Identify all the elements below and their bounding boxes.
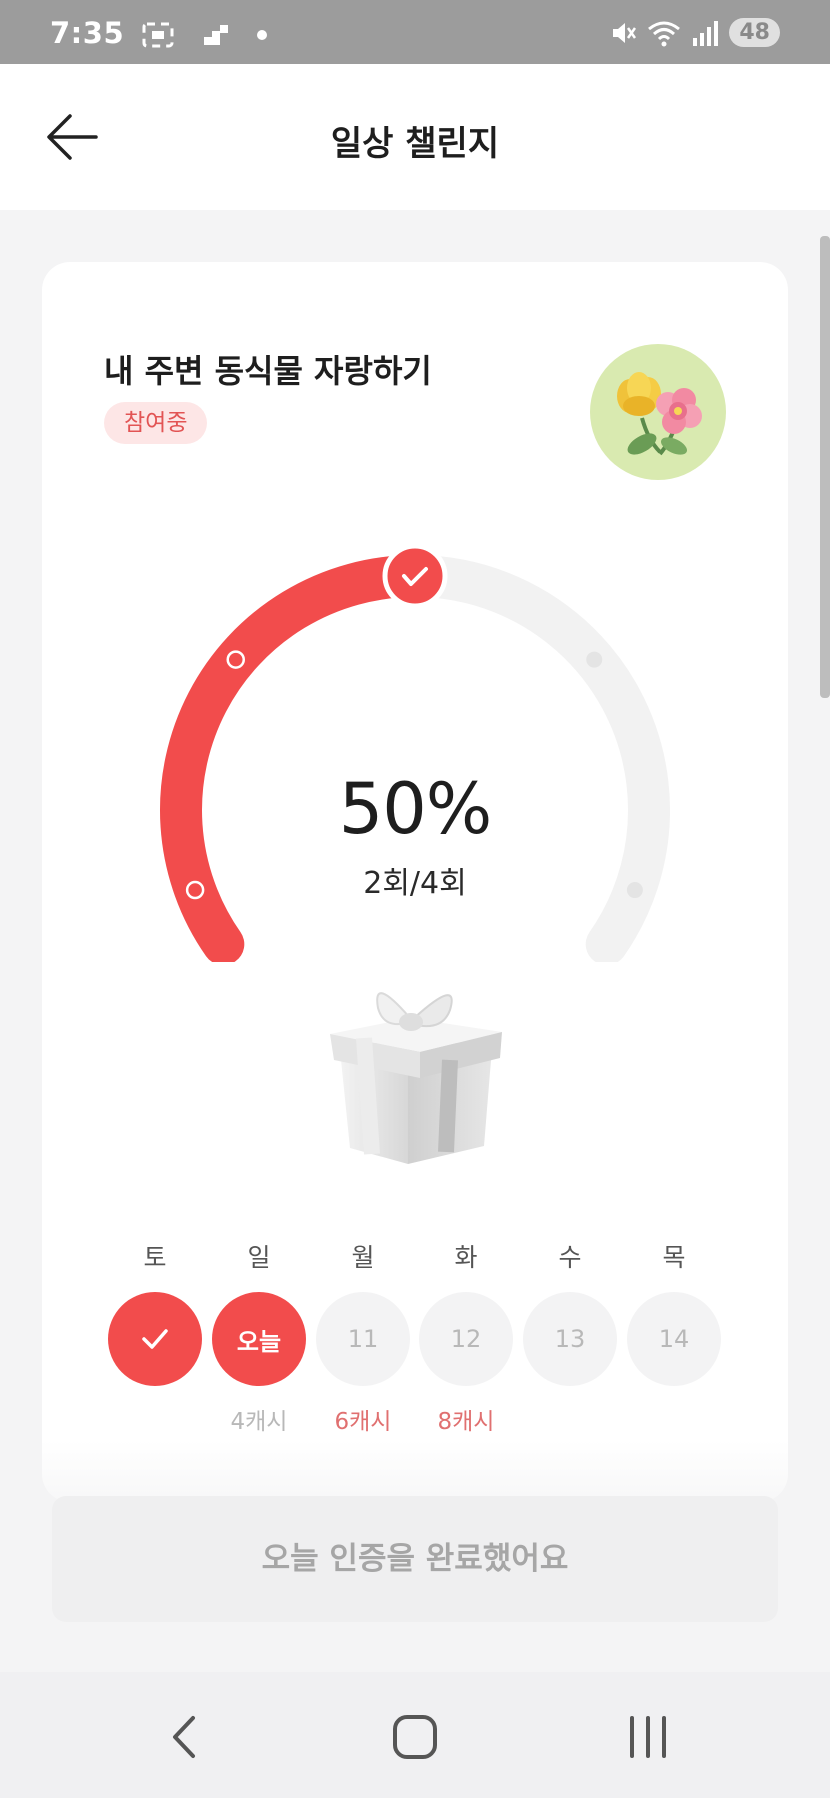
day-label: 토 — [143, 1243, 167, 1272]
day-circle: 11 — [316, 1292, 410, 1386]
app-header: 일상 챌린지 — [0, 64, 830, 210]
day-column-mon: 월 11 6캐시 — [316, 1238, 410, 1435]
status-right-icons: 48 — [609, 18, 780, 47]
complete-button[interactable]: 오늘 인증을 완료했어요 — [52, 1496, 778, 1622]
status-bar: 7:35 48 — [0, 0, 830, 64]
scrollbar[interactable] — [820, 236, 830, 698]
day-label: 목 — [662, 1243, 686, 1272]
day-label: 수 — [558, 1243, 582, 1272]
day-column-wed: 수 13 — [523, 1238, 617, 1432]
day-circle-done — [108, 1292, 202, 1386]
gauge-step-marker — [586, 651, 603, 668]
challenge-card: 내 주변 동식물 자랑하기 참여중 50% 2회/4회 토 일 오늘 4캐시 월… — [42, 262, 788, 1502]
scan-icon — [142, 22, 174, 48]
status-left-icons — [140, 20, 268, 50]
nav-back-button[interactable] — [154, 1712, 214, 1762]
nav-bar — [0, 1672, 830, 1798]
day-circle-today: 오늘 — [212, 1292, 306, 1386]
day-label: 월 — [351, 1243, 375, 1272]
day-label: 일 — [247, 1243, 271, 1272]
progress-gauge — [160, 543, 670, 962]
day-reward — [627, 1402, 721, 1432]
day-reward: 6캐시 — [334, 1409, 392, 1435]
day-column-thu: 목 14 — [627, 1238, 721, 1432]
day-column-tue: 화 12 8캐시 — [419, 1238, 513, 1435]
battery-indicator: 48 — [729, 18, 780, 47]
check-icon — [142, 1329, 168, 1349]
day-circle: 12 — [419, 1292, 513, 1386]
progress-percent: 50% — [338, 768, 493, 850]
signal-steps-icon — [204, 25, 228, 45]
dot-icon — [257, 30, 267, 40]
status-time: 7:35 — [50, 16, 125, 50]
day-label: 화 — [454, 1243, 478, 1272]
day-circle: 13 — [523, 1292, 617, 1386]
cell-signal-icon — [693, 20, 719, 46]
day-circle: 14 — [627, 1292, 721, 1386]
page-title: 일상 챌린지 — [330, 124, 500, 164]
progress-count: 2회/4회 — [363, 866, 467, 901]
recents-nav-icon — [630, 1716, 666, 1758]
day-reward: 8캐시 — [437, 1409, 495, 1435]
day-column-sat: 토 — [108, 1238, 202, 1432]
day-reward — [523, 1402, 617, 1432]
mute-icon — [613, 22, 637, 43]
progress-knob — [382, 543, 448, 609]
wifi-icon — [648, 21, 681, 46]
day-reward: 4캐시 — [230, 1409, 288, 1435]
nav-home-button[interactable] — [385, 1712, 445, 1762]
gift-box-icon — [330, 992, 502, 1164]
nav-recents-button[interactable] — [618, 1712, 678, 1762]
day-column-sun: 일 오늘 4캐시 — [212, 1238, 306, 1435]
day-reward — [108, 1402, 202, 1432]
home-nav-icon — [393, 1715, 437, 1759]
back-nav-icon — [173, 1716, 195, 1758]
